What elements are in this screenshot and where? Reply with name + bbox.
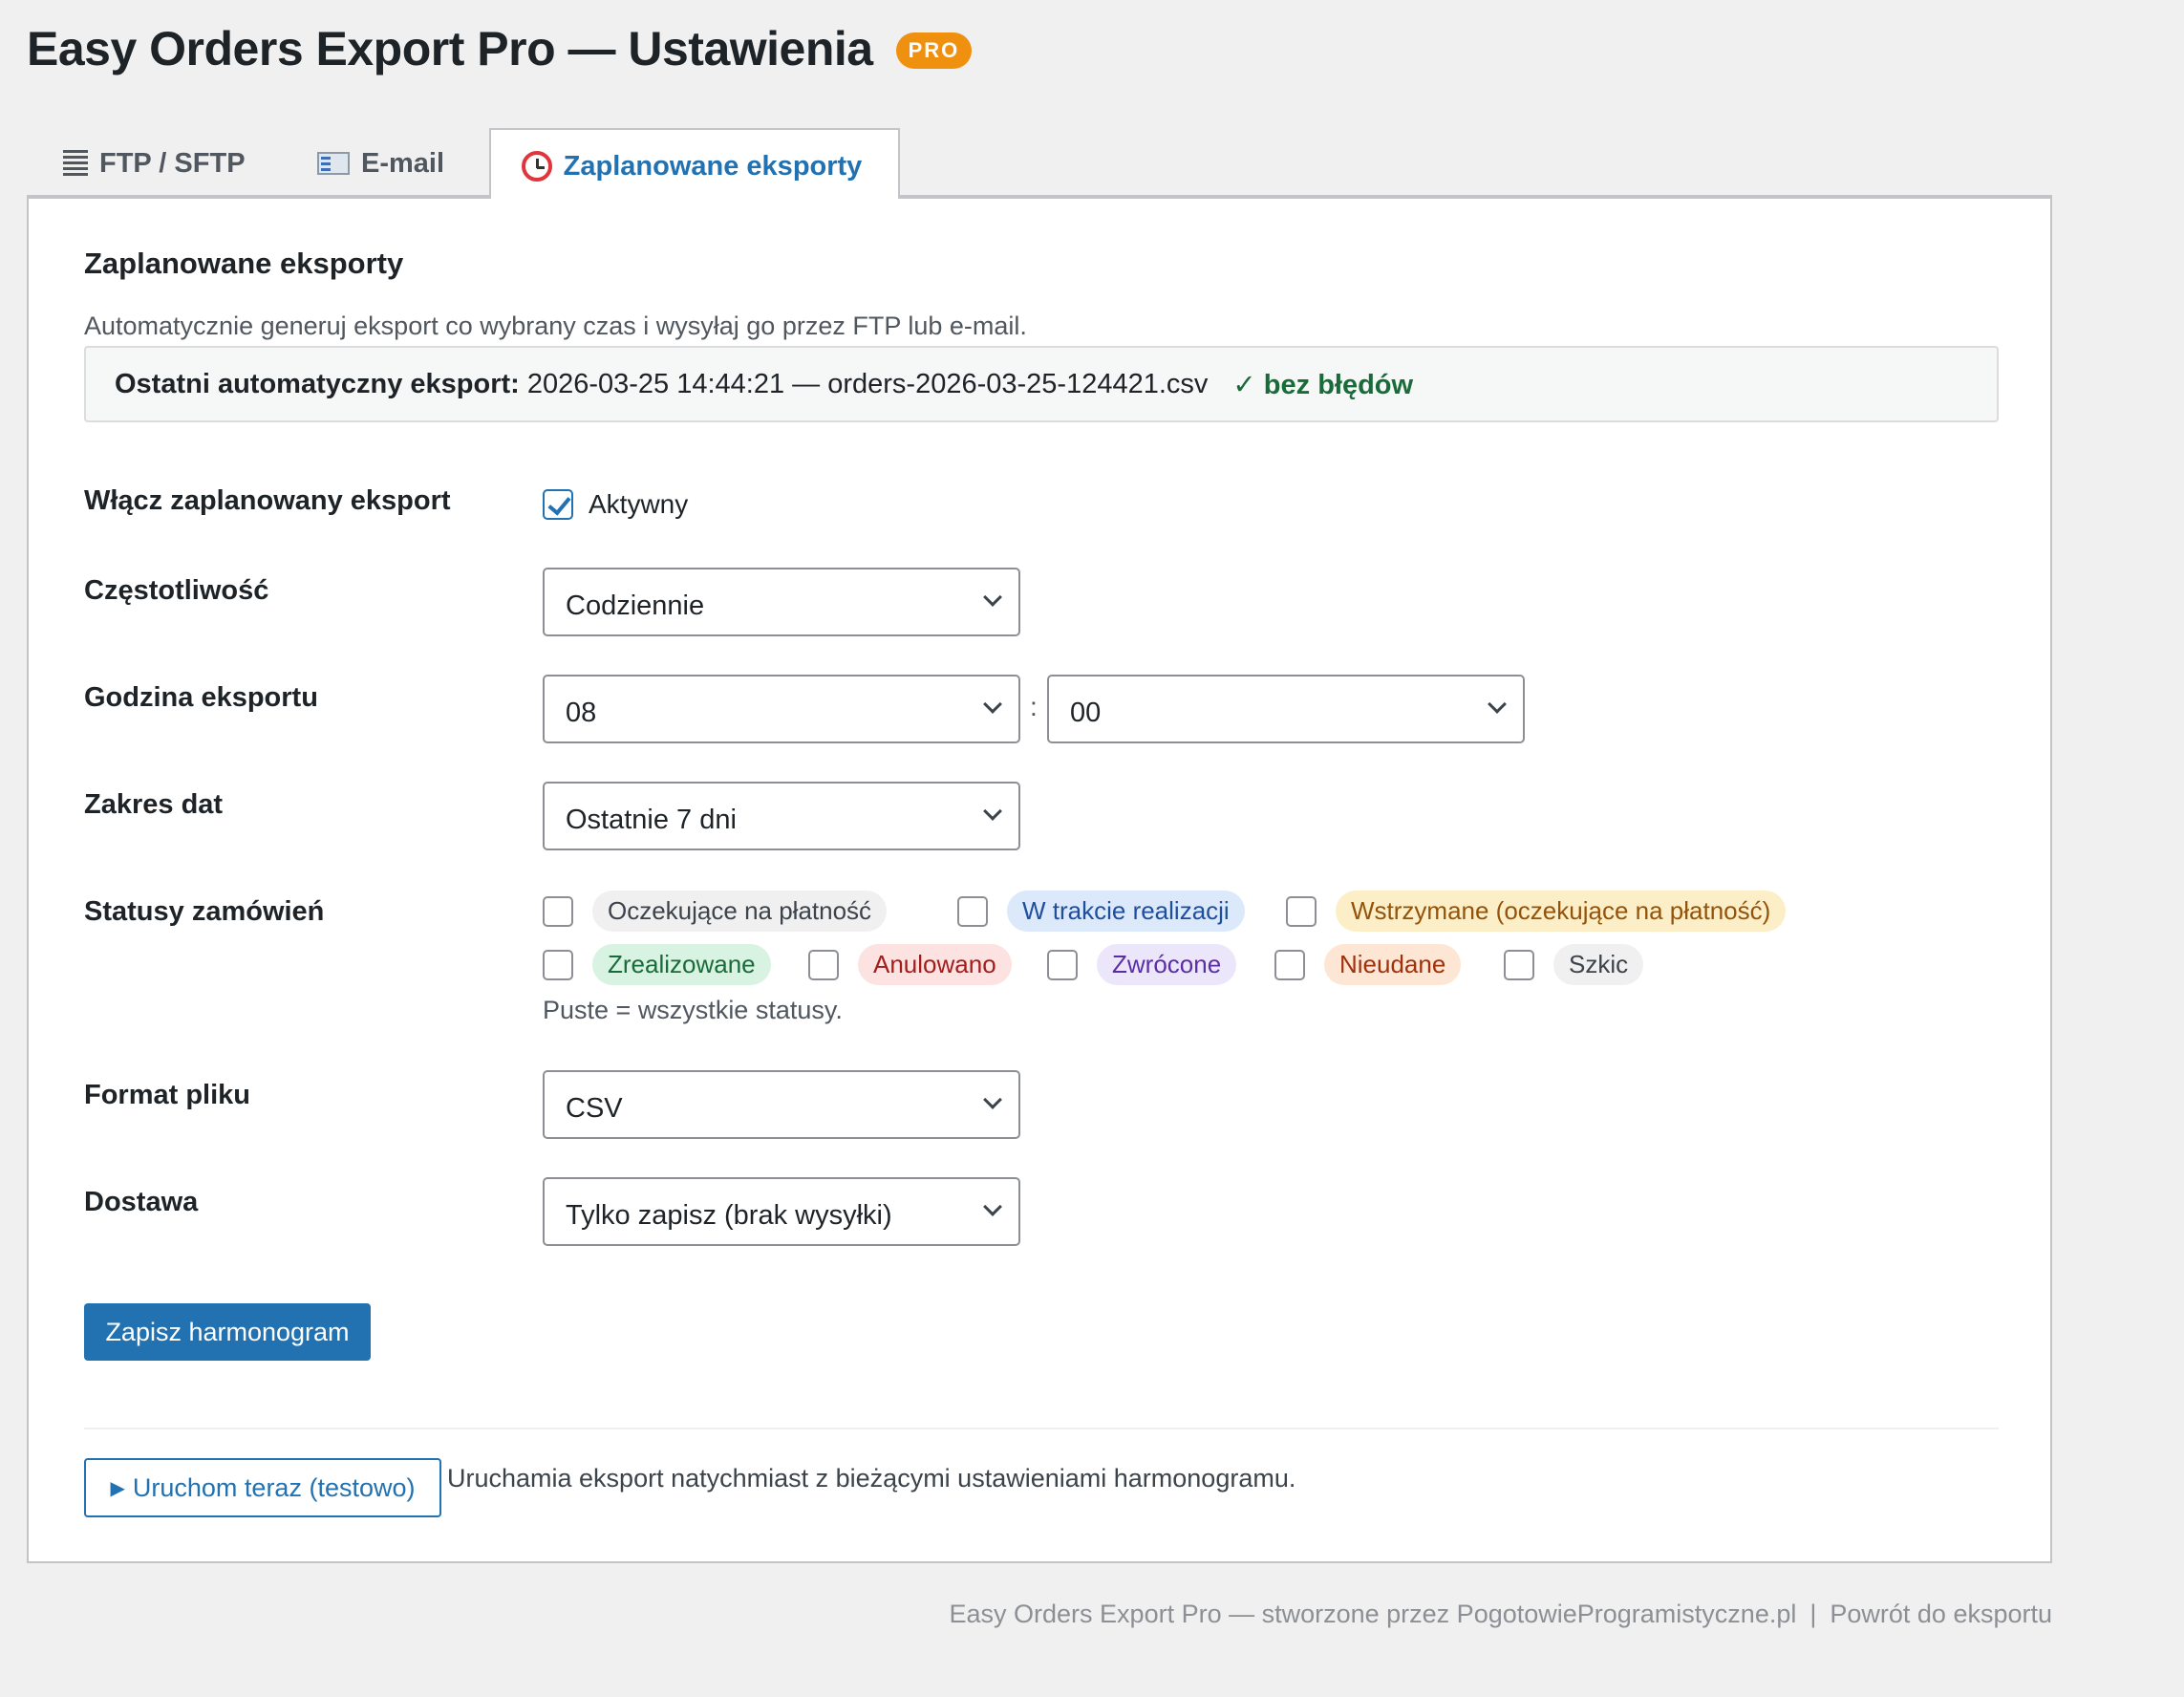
chevron-down-icon [983, 1197, 1002, 1216]
last-export-status-text: bez błędów [1263, 369, 1414, 400]
delivery-select[interactable]: Tylko zapisz (brak wysyłki) [543, 1177, 1020, 1246]
section-title: Zaplanowane eksporty [84, 247, 404, 280]
last-export-notice: Ostatni automatyczny eksport: 2026-03-25… [84, 346, 1999, 422]
frequency-value: Codziennie [566, 590, 705, 621]
status-checkbox[interactable] [1504, 949, 1534, 980]
chevron-down-icon [983, 1090, 1002, 1109]
page-title: Easy Orders Export Pro — Ustawienia [27, 22, 873, 75]
chevron-down-icon [983, 588, 1002, 607]
chevron-down-icon [983, 802, 1002, 821]
back-to-export-link[interactable]: Powrót do eksportu [1830, 1600, 2052, 1629]
delivery-value: Tylko zapisz (brak wysyłki) [566, 1199, 892, 1231]
status-checkbox[interactable] [957, 895, 988, 927]
settings-panel: Zaplanowane eksporty Automatycznie gener… [27, 199, 2052, 1563]
status-checkbox[interactable] [543, 895, 573, 927]
save-schedule-button[interactable]: Zapisz harmonogram [84, 1303, 371, 1361]
status-checkbox[interactable] [1274, 949, 1305, 980]
alarm-clock-icon [521, 151, 552, 182]
status-option[interactable]: W trakcie realizacji [957, 891, 1245, 932]
format-select[interactable]: CSV [543, 1070, 1020, 1139]
date-range-label: Zakres dat [84, 789, 224, 820]
check-icon: ✓ [1232, 369, 1256, 400]
run-now-button[interactable]: ▶ Uruchom teraz (testowo) [84, 1458, 441, 1517]
enable-label: Włącz zaplanowany eksport [84, 485, 451, 516]
frequency-select[interactable]: Codziennie [543, 568, 1020, 636]
date-range-select[interactable]: Ostatnie 7 dni [543, 782, 1020, 850]
status-pill-pending: Oczekujące na płatność [592, 891, 888, 932]
frequency-label: Częstotliwość [84, 575, 269, 606]
status-option[interactable]: Zrealizowane [543, 944, 771, 985]
enable-checkbox-label: Aktywny [589, 489, 689, 519]
status-option[interactable]: Oczekujące na płatność [543, 891, 888, 932]
mail-icon [317, 152, 350, 175]
last-export-status: ✓ bez błędów [1232, 368, 1413, 401]
list-icon [63, 148, 88, 179]
enable-checkbox[interactable] [543, 489, 573, 520]
status-pill-on-hold: Wstrzymane (oczekujące na płatność) [1336, 891, 1787, 932]
tab-email-label: E-mail [361, 147, 445, 179]
status-checkbox[interactable] [543, 949, 573, 980]
play-icon: ▶ [110, 1477, 125, 1499]
status-pill-completed: Zrealizowane [592, 944, 771, 985]
status-pill-cancelled: Anulowano [858, 944, 1012, 985]
format-label: Format pliku [84, 1080, 251, 1110]
hour-value: 08 [566, 697, 597, 728]
tab-email[interactable]: E-mail [317, 128, 444, 199]
run-now-description: Uruchamia eksport natychmiast z bieżącym… [447, 1464, 1296, 1493]
statuses-hint: Puste = wszystkie statusy. [543, 996, 843, 1024]
section-description: Automatycznie generuj eksport co wybrany… [84, 311, 1027, 340]
delivery-label: Dostawa [84, 1187, 199, 1217]
divider [84, 1428, 1999, 1429]
footer-credit: Easy Orders Export Pro — stworzone przez… [949, 1600, 1797, 1628]
status-option[interactable]: Anulowano [808, 944, 1012, 985]
status-checkbox[interactable] [1286, 895, 1317, 927]
time-label: Godzina eksportu [84, 682, 318, 713]
hour-select[interactable]: 08 [543, 675, 1020, 743]
chevron-down-icon [983, 695, 1002, 714]
date-range-value: Ostatnie 7 dni [566, 804, 737, 835]
status-pill-processing: W trakcie realizacji [1007, 891, 1245, 932]
minute-value: 00 [1070, 697, 1102, 728]
status-checkbox[interactable] [1047, 949, 1078, 980]
minute-select[interactable]: 00 [1047, 675, 1525, 743]
status-pill-failed: Nieudane [1324, 944, 1462, 985]
tab-scheduled-exports[interactable]: Zaplanowane eksporty [489, 128, 900, 203]
chevron-down-icon [1488, 695, 1507, 714]
last-export-label: Ostatni automatyczny eksport: [115, 368, 520, 399]
time-separator: : [1030, 692, 1038, 721]
status-option[interactable]: Szkic [1504, 944, 1644, 985]
tab-ftp-sftp[interactable]: FTP / SFTP [63, 128, 246, 199]
statuses-label: Statusy zamówień [84, 896, 325, 927]
settings-tabs: FTP / SFTP E-mail Zaplanowane eksporty [27, 128, 2052, 203]
footer-separator: | [1809, 1600, 1817, 1628]
tab-ftp-sftp-label: FTP / SFTP [99, 147, 246, 179]
last-export-value: 2026-03-25 14:44:21 — orders-2026-03-25-… [526, 368, 1209, 399]
page-header: Easy Orders Export Pro — Ustawienia PRO [27, 21, 973, 76]
status-checkbox[interactable] [808, 949, 839, 980]
run-now-label: Uruchom teraz (testowo) [132, 1472, 416, 1502]
tab-scheduled-exports-label: Zaplanowane eksporty [563, 150, 863, 182]
status-pill-draft: Szkic [1553, 944, 1644, 985]
format-value: CSV [566, 1092, 623, 1124]
status-option[interactable]: Wstrzymane (oczekujące na płatność) [1286, 891, 1787, 932]
enable-control: Aktywny [543, 489, 688, 520]
footer: Easy Orders Export Pro — stworzone przez… [950, 1600, 2053, 1629]
status-option[interactable]: Zwrócone [1047, 944, 1237, 985]
pro-badge: PRO [895, 32, 973, 69]
status-pill-refunded: Zwrócone [1097, 944, 1237, 985]
status-option[interactable]: Nieudane [1274, 944, 1462, 985]
